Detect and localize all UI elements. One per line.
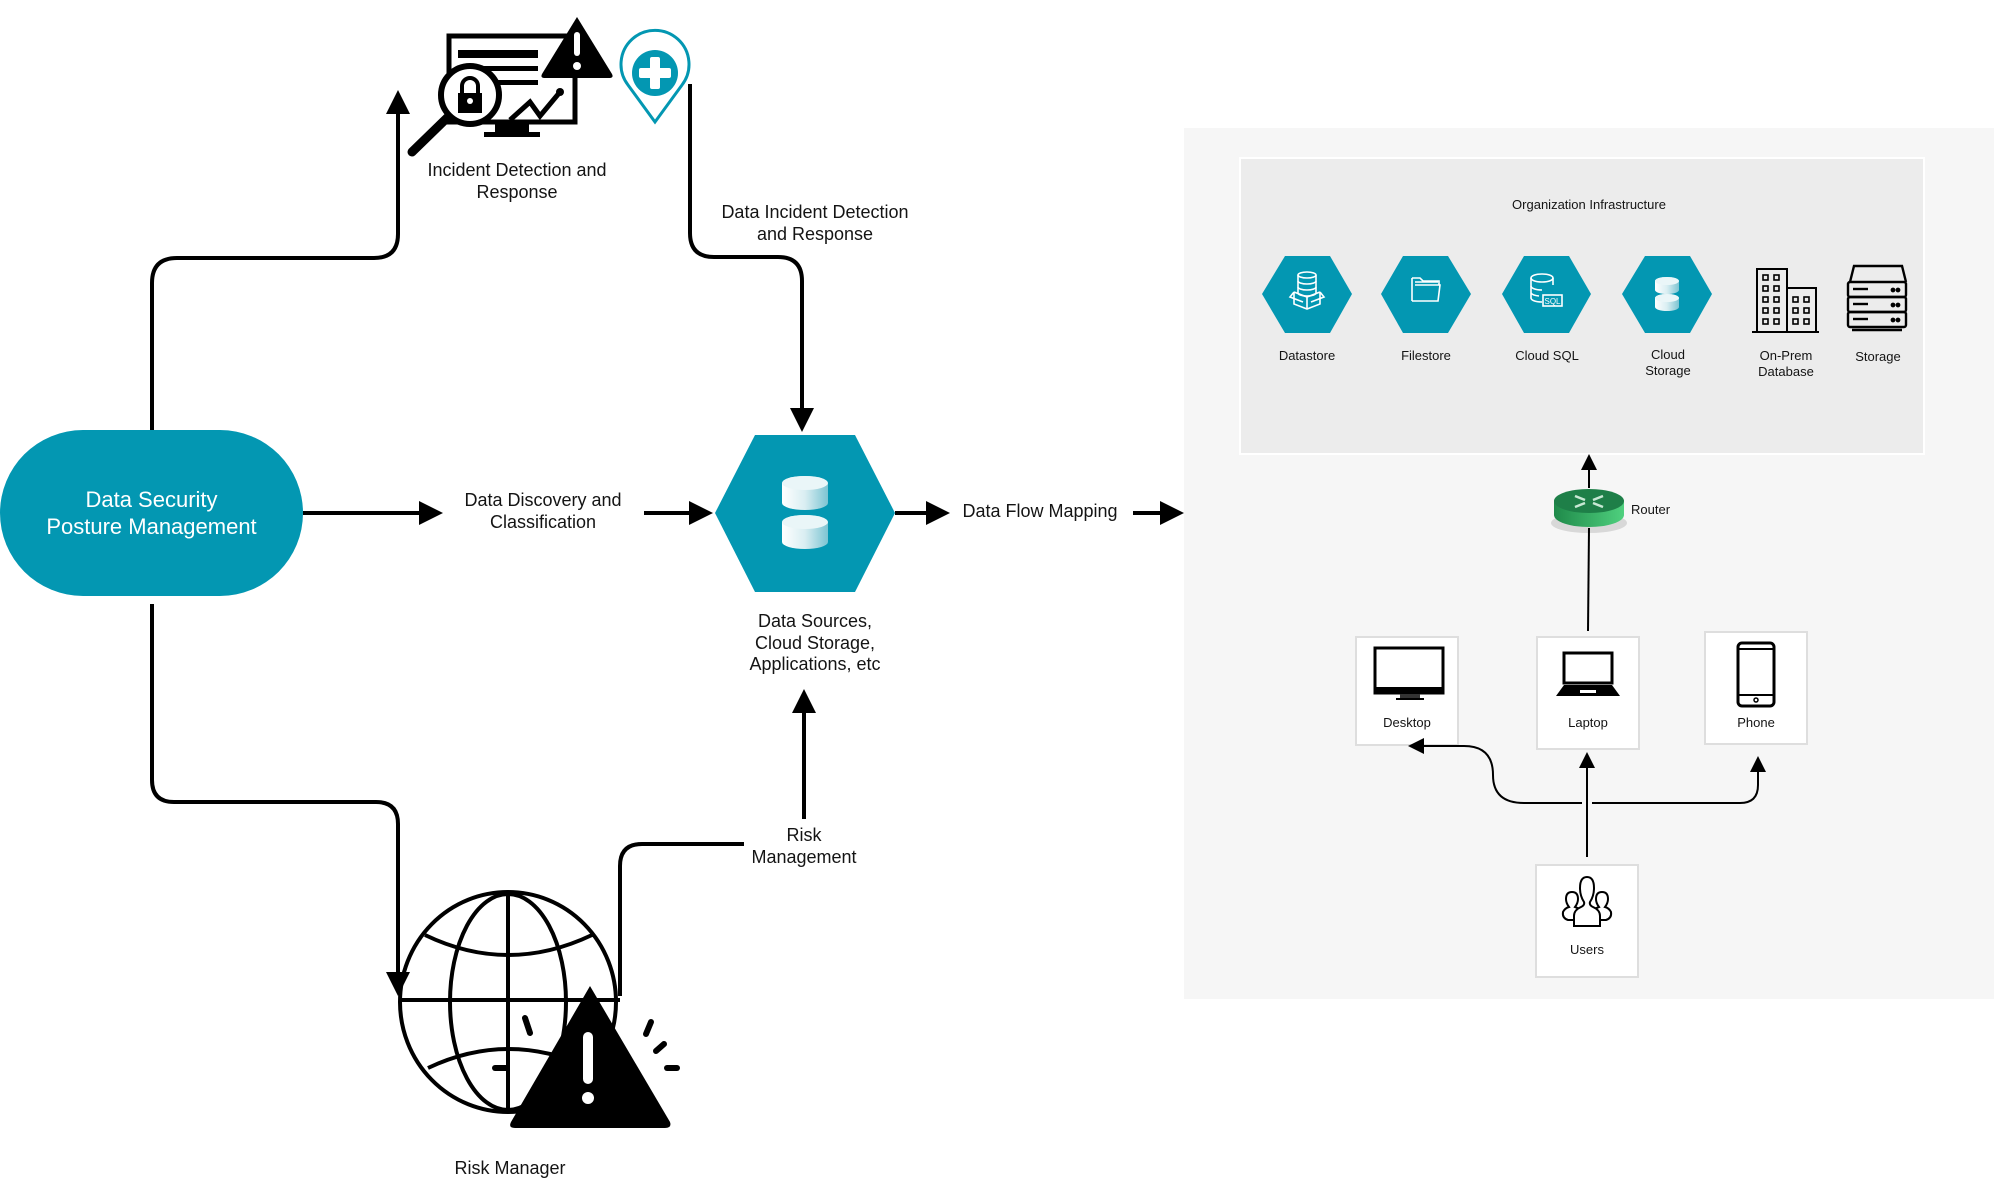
router-label: Router <box>1631 502 1671 517</box>
sql-glyph: SQL <box>1544 297 1561 306</box>
infra-item-label: Storage <box>1855 349 1901 364</box>
router-node[interactable] <box>1551 489 1627 533</box>
building-icon <box>1752 268 1819 333</box>
data-discovery-label: Data Discovery and Classification <box>464 490 622 532</box>
data-incident-label: Data Incident Detection and Response <box>695 202 935 246</box>
medical-pin-icon <box>619 28 691 125</box>
phone-label: Phone <box>1737 715 1775 730</box>
cloud-sql-node[interactable]: SQL <box>1502 256 1591 333</box>
server-icon <box>1846 264 1908 332</box>
users-label: Users <box>1570 942 1604 957</box>
data-sources-node[interactable] <box>715 435 895 592</box>
laptop-icon <box>1556 651 1620 696</box>
warning-icon <box>510 986 671 1128</box>
infra-item-label: On-Prem Database <box>1758 348 1814 379</box>
data-flow-mapping-label: Data Flow Mapping <box>962 501 1118 521</box>
infra-title: Organization Infrastructure <box>1512 197 1666 212</box>
risk-manager-label: Risk Manager <box>454 1158 566 1178</box>
infra-item-label: Cloud SQL <box>1515 348 1579 363</box>
desktop-label: Desktop <box>1383 715 1431 730</box>
users-icon <box>1561 875 1613 927</box>
connector-incident-to-datasources <box>688 84 814 432</box>
desktop-icon <box>1373 646 1445 700</box>
datastore-node[interactable] <box>1262 256 1352 333</box>
filestore-node[interactable] <box>1381 256 1471 333</box>
data-sources-label: Data Sources, Cloud Storage, Application… <box>749 611 881 675</box>
infra-item-label: Datastore <box>1278 348 1336 363</box>
infra-item-label: Cloud Storage <box>1645 347 1691 378</box>
incident-detection-label: Incident Detection and Response <box>427 160 607 202</box>
connector-dspm-to-risk-manager <box>150 604 410 996</box>
infra-item-label: Filestore <box>1401 348 1451 363</box>
monitor-lock-alert-icon <box>407 17 613 157</box>
cloud-storage-node[interactable] <box>1622 256 1712 333</box>
connector-laptop-to-router <box>1587 527 1590 632</box>
risk-management-label: Risk Management <box>744 825 864 869</box>
phone-icon <box>1736 641 1776 708</box>
diagram-canvas: SQL <box>150 17 1908 1128</box>
laptop-label: Laptop <box>1568 715 1608 730</box>
connector-dspm-to-incident <box>150 90 410 430</box>
connector-users-to-phone <box>1592 756 1766 804</box>
connector-users-to-desktop <box>1408 738 1582 804</box>
